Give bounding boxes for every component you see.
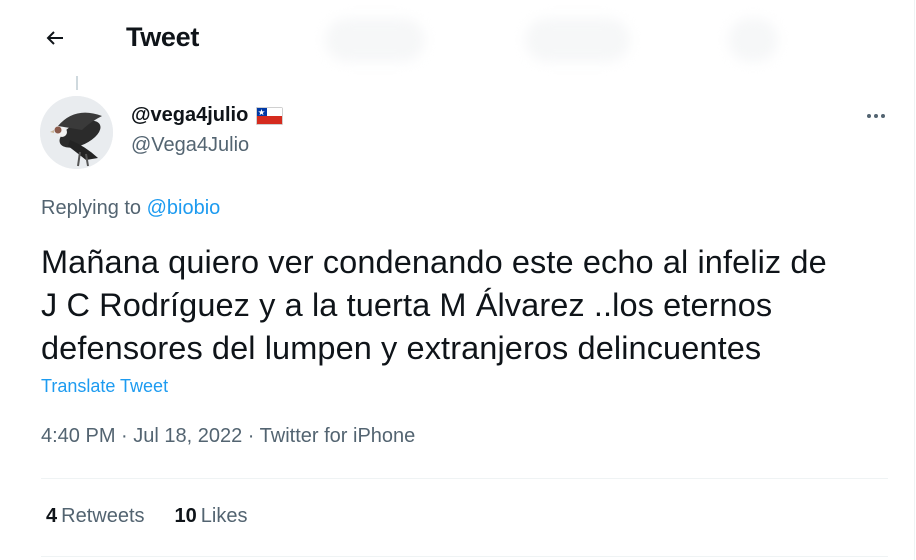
blurred-header-element <box>325 18 425 62</box>
tweet-text-line: J C Rodríguez y a la tuerta M Álvarez ..… <box>41 287 773 323</box>
retweets-count: 4 <box>46 505 58 527</box>
blurred-header-element <box>728 18 778 62</box>
more-options-button[interactable] <box>858 98 894 134</box>
divider <box>41 556 888 557</box>
column-border <box>914 0 915 560</box>
tweet-source[interactable]: Twitter for iPhone <box>260 425 416 447</box>
page-title: Tweet <box>126 22 200 52</box>
back-button[interactable] <box>34 19 76 57</box>
tweet-text-line: Mañana quiero ver condenando este echo a… <box>41 244 827 280</box>
more-horizontal-icon <box>867 114 885 118</box>
retweets-stat[interactable]: 4 Retweets <box>46 505 145 528</box>
meta-separator: · <box>242 425 260 447</box>
avatar[interactable] <box>40 96 113 169</box>
likes-label: Likes <box>200 505 248 527</box>
display-name[interactable]: @vega4julio <box>131 104 284 127</box>
tweet-date[interactable]: Jul 18, 2022 <box>133 425 242 447</box>
translate-tweet-link[interactable]: Translate Tweet <box>41 376 168 397</box>
tweet-text: Mañana quiero ver condenando este echo a… <box>41 241 901 370</box>
top-header: Tweet <box>0 0 916 78</box>
condor-avatar-image <box>40 96 113 169</box>
likes-stat[interactable]: 10 Likes <box>175 505 248 528</box>
replying-prefix: Replying to <box>41 197 142 219</box>
divider <box>41 478 888 479</box>
display-name-text: @vega4julio <box>131 104 249 126</box>
likes-count: 10 <box>174 505 197 527</box>
flag-chile-icon <box>256 106 284 125</box>
replying-to: Replying to @biobio <box>41 197 220 220</box>
blurred-header-element <box>525 18 630 62</box>
tweet-metadata: 4:40 PM · Jul 18, 2022 · Twitter for iPh… <box>41 425 415 448</box>
user-handle[interactable]: @Vega4Julio <box>131 134 249 157</box>
tweet-time[interactable]: 4:40 PM <box>41 425 115 447</box>
retweets-label: Retweets <box>61 505 145 527</box>
arrow-left-icon <box>46 31 63 45</box>
reply-target-link[interactable]: @biobio <box>147 197 221 219</box>
tweet-text-line: defensores del lumpen y extranjeros deli… <box>41 330 762 366</box>
meta-separator: · <box>115 425 134 447</box>
tweet-stats: 4 Retweets 10 Likes <box>46 505 247 528</box>
thread-connector <box>76 76 78 90</box>
